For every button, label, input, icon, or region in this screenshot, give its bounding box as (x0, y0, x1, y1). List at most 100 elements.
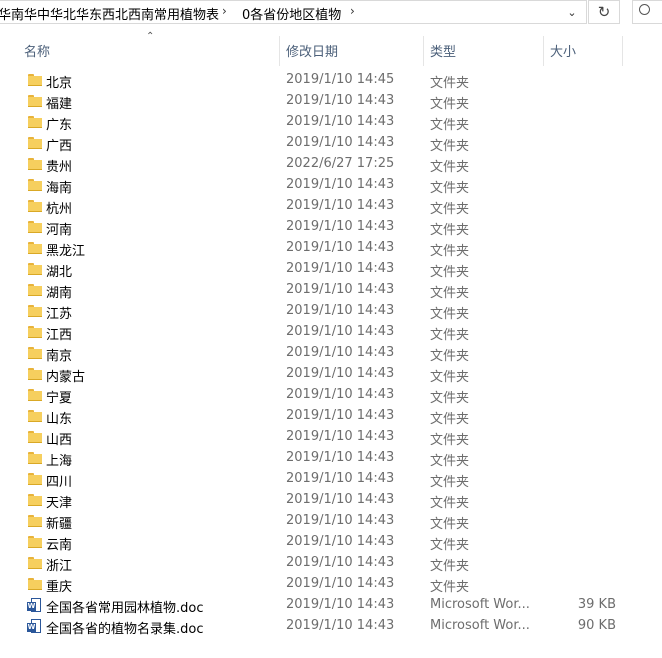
folder-row[interactable]: 广西 2019/1/10 14:43 文件夹 (0, 133, 662, 154)
file-name: 海南 (46, 181, 73, 196)
folder-row[interactable]: 广东 2019/1/10 14:43 文件夹 (0, 112, 662, 133)
column-divider[interactable] (543, 36, 544, 66)
file-size: 39 KB (577, 597, 616, 612)
file-type: 文件夹 (430, 391, 470, 406)
file-type: 文件夹 (430, 349, 470, 364)
file-name: 内蒙古 (46, 370, 86, 385)
search-icon (639, 4, 650, 15)
file-name: 山东 (46, 412, 73, 427)
folder-row[interactable]: 杭州 2019/1/10 14:43 文件夹 (0, 196, 662, 217)
folder-row[interactable]: 海南 2019/1/10 14:43 文件夹 (0, 175, 662, 196)
file-name: 浙江 (46, 559, 73, 574)
folder-row[interactable]: 湖南 2019/1/10 14:43 文件夹 (0, 280, 662, 301)
folder-row[interactable]: 上海 2019/1/10 14:43 文件夹 (0, 448, 662, 469)
file-type: 文件夹 (430, 181, 470, 196)
folder-row[interactable]: 宁夏 2019/1/10 14:43 文件夹 (0, 385, 662, 406)
word-doc-icon: W (27, 598, 42, 613)
folder-row[interactable]: 山西 2019/1/10 14:43 文件夹 (0, 427, 662, 448)
folder-icon (28, 536, 42, 548)
column-header-date-modified[interactable]: 修改日期 (286, 41, 338, 60)
folder-row[interactable]: 河南 2019/1/10 14:43 文件夹 (0, 217, 662, 238)
folder-icon (28, 368, 42, 380)
file-name: 天津 (46, 496, 73, 511)
file-size: 90 KB (577, 618, 616, 633)
folder-icon (28, 452, 42, 464)
file-name: 云南 (46, 538, 73, 553)
folder-row[interactable]: 北京 2019/1/10 14:45 文件夹 (0, 70, 662, 91)
file-type: 文件夹 (430, 475, 470, 490)
folder-row[interactable]: 山东 2019/1/10 14:43 文件夹 (0, 406, 662, 427)
file-type: 文件夹 (430, 160, 470, 175)
folder-row[interactable]: 南京 2019/1/10 14:43 文件夹 (0, 343, 662, 364)
column-header-size[interactable]: 大小 (550, 41, 576, 60)
file-date-modified: 2019/1/10 14:43 (286, 597, 395, 612)
file-name: 江西 (46, 328, 73, 343)
breadcrumb-chevron-icon[interactable]: › (350, 4, 355, 18)
column-divider[interactable] (622, 36, 623, 66)
refresh-button[interactable]: ↻ (588, 0, 620, 24)
folder-row[interactable]: 湖北 2019/1/10 14:43 文件夹 (0, 259, 662, 280)
address-bar: 华南华中华北华东西北西南常用植物表 › 0各省份地区植物 › ⌄ ↻ (0, 0, 662, 24)
file-name: 上海 (46, 454, 73, 469)
folder-row[interactable]: 天津 2019/1/10 14:43 文件夹 (0, 490, 662, 511)
file-date-modified: 2019/1/10 14:43 (286, 408, 395, 423)
column-header-row: ⌃ 名称 修改日期 类型 大小 (0, 30, 662, 66)
column-header-name[interactable]: 名称 (24, 41, 50, 60)
folder-row[interactable]: 浙江 2019/1/10 14:43 文件夹 (0, 553, 662, 574)
folder-icon (28, 326, 42, 338)
column-divider[interactable] (423, 36, 424, 66)
column-divider[interactable] (279, 36, 280, 66)
file-date-modified: 2019/1/10 14:43 (286, 282, 395, 297)
folder-row[interactable]: 四川 2019/1/10 14:43 文件夹 (0, 469, 662, 490)
file-name: 全国各省的植物名录集.doc (46, 622, 204, 637)
folder-row[interactable]: 福建 2019/1/10 14:43 文件夹 (0, 91, 662, 112)
folder-row[interactable]: 黑龙江 2019/1/10 14:43 文件夹 (0, 238, 662, 259)
folder-icon (28, 578, 42, 590)
breadcrumb-chevron-icon[interactable]: › (222, 4, 227, 18)
folder-icon (28, 473, 42, 485)
breadcrumb-parent-folder[interactable]: 华南华中华北华东西北西南常用植物表 (0, 4, 219, 23)
file-date-modified: 2019/1/10 14:43 (286, 324, 395, 339)
file-type: 文件夹 (430, 307, 470, 322)
search-box[interactable] (632, 0, 662, 24)
folder-icon (28, 515, 42, 527)
folder-row[interactable]: 新疆 2019/1/10 14:43 文件夹 (0, 511, 662, 532)
folder-icon (28, 494, 42, 506)
folder-row[interactable]: 重庆 2019/1/10 14:43 文件夹 (0, 574, 662, 595)
file-name: 北京 (46, 76, 73, 91)
file-type: Microsoft Wor... (430, 618, 530, 633)
file-date-modified: 2019/1/10 14:43 (286, 366, 395, 381)
folder-icon (28, 284, 42, 296)
file-name: 江苏 (46, 307, 73, 322)
folder-icon (28, 242, 42, 254)
file-type: 文件夹 (430, 76, 470, 91)
folder-icon (28, 263, 42, 275)
folder-row[interactable]: 云南 2019/1/10 14:43 文件夹 (0, 532, 662, 553)
file-name: 南京 (46, 349, 73, 364)
file-type: 文件夹 (430, 118, 470, 133)
folder-icon (28, 158, 42, 170)
file-row[interactable]: W 全国各省常用园林植物.doc 2019/1/10 14:43 Microsoft … (0, 595, 662, 616)
column-header-type[interactable]: 类型 (430, 41, 456, 60)
breadcrumb-current-folder[interactable]: 0各省份地区植物 (242, 4, 341, 23)
file-date-modified: 2019/1/10 14:43 (286, 387, 395, 402)
file-name: 广东 (46, 118, 73, 133)
folder-row[interactable]: 贵州 2022/6/27 17:25 文件夹 (0, 154, 662, 175)
file-date-modified: 2019/1/10 14:43 (286, 177, 395, 192)
file-date-modified: 2019/1/10 14:43 (286, 345, 395, 360)
folder-icon (28, 557, 42, 569)
file-type: 文件夹 (430, 538, 470, 553)
folder-row[interactable]: 内蒙古 2019/1/10 14:43 文件夹 (0, 364, 662, 385)
file-type: 文件夹 (430, 286, 470, 301)
folder-icon (28, 179, 42, 191)
file-date-modified: 2019/1/10 14:43 (286, 492, 395, 507)
file-date-modified: 2019/1/10 14:43 (286, 93, 395, 108)
sort-ascending-icon: ⌃ (146, 31, 155, 42)
address-history-chevron-down-icon[interactable]: ⌄ (560, 3, 584, 23)
folder-icon (28, 305, 42, 317)
file-row[interactable]: W 全国各省的植物名录集.doc 2019/1/10 14:43 Microsoft … (0, 616, 662, 637)
address-field[interactable]: 华南华中华北华东西北西南常用植物表 › 0各省份地区植物 › ⌄ (0, 0, 587, 24)
file-date-modified: 2019/1/10 14:43 (286, 513, 395, 528)
folder-row[interactable]: 江苏 2019/1/10 14:43 文件夹 (0, 301, 662, 322)
folder-row[interactable]: 江西 2019/1/10 14:43 文件夹 (0, 322, 662, 343)
